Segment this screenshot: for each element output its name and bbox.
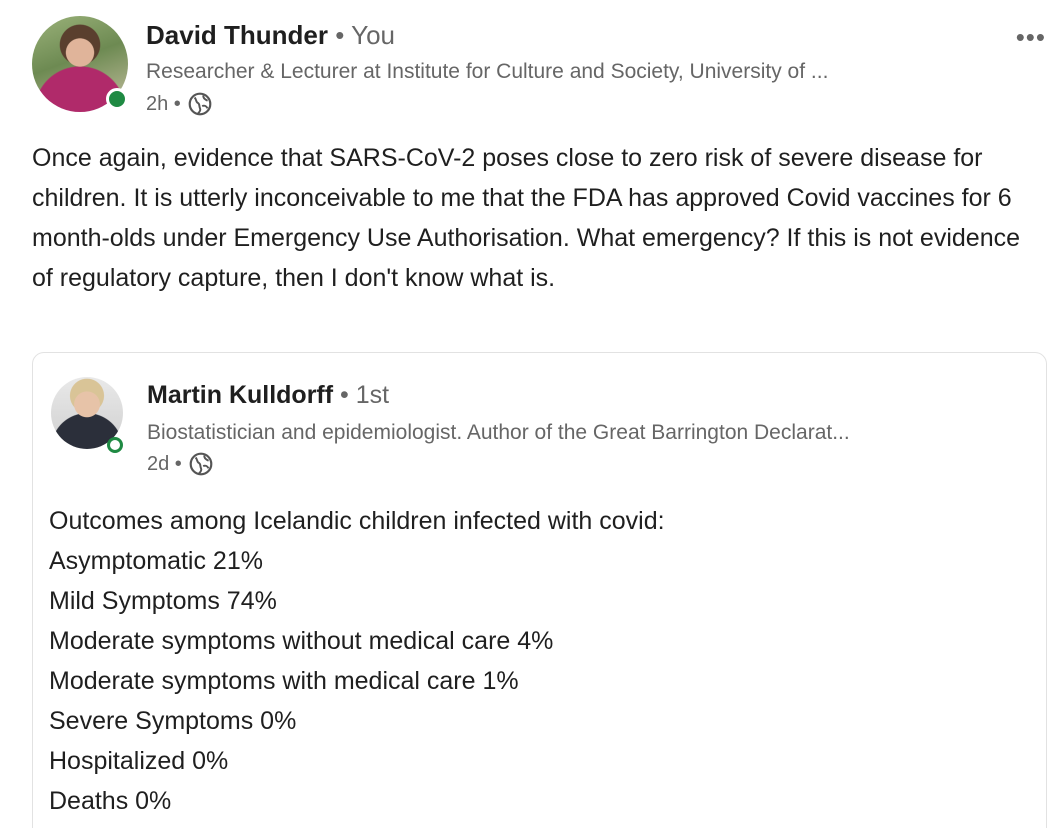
author-line: David Thunder • You — [146, 20, 395, 51]
author-headline: Researcher & Lecturer at Institute for C… — [146, 60, 829, 83]
shared-text-line: Severe Symptoms 0% — [49, 707, 297, 735]
more-options-icon[interactable]: ••• — [1016, 22, 1046, 53]
author-name[interactable]: David Thunder — [146, 20, 328, 50]
shared-post-card[interactable]: Martin Kulldorff • 1st Biostatistician a… — [32, 352, 1047, 828]
shared-post-meta: 2d • — [147, 451, 214, 477]
shared-text-line: Hospitalized 0% — [49, 747, 229, 775]
shared-text-line: Moderate symptoms with medical care 1% — [49, 667, 519, 695]
globe-icon — [187, 91, 213, 117]
shared-author-line: Martin Kulldorff • 1st — [147, 381, 389, 410]
shared-author-avatar-container[interactable] — [51, 377, 123, 455]
post-time: 2h • — [146, 92, 181, 115]
author-relation: You — [351, 20, 395, 50]
post-meta: 2h • — [146, 91, 213, 117]
shared-text-line: Deaths 0% — [49, 787, 172, 815]
author-avatar-container[interactable] — [32, 16, 128, 112]
globe-icon — [188, 451, 214, 477]
post-body-text: Once again, evidence that SARS-CoV-2 pos… — [32, 144, 1021, 292]
shared-text-line: Asymptomatic 21% — [49, 547, 263, 575]
separator-dot: • — [328, 20, 352, 50]
connection-degree: 1st — [355, 381, 390, 409]
shared-post-time: 2d • — [147, 452, 182, 475]
shared-post-body: Outcomes among Icelandic children infect… — [49, 501, 1029, 821]
shared-text-line: Mild Symptoms 74% — [49, 587, 277, 615]
online-status-indicator — [106, 88, 128, 110]
feed-post: David Thunder • You Researcher & Lecture… — [0, 0, 1064, 828]
shared-author-name[interactable]: Martin Kulldorff — [147, 381, 333, 409]
shared-text-line: Outcomes among Icelandic children infect… — [49, 507, 665, 535]
separator-dot: • — [333, 381, 356, 409]
shared-text-line: Moderate symptoms without medical care 4… — [49, 627, 554, 655]
shared-author-headline: Biostatistician and epidemiologist. Auth… — [147, 421, 850, 444]
shared-online-status-indicator — [107, 437, 123, 453]
